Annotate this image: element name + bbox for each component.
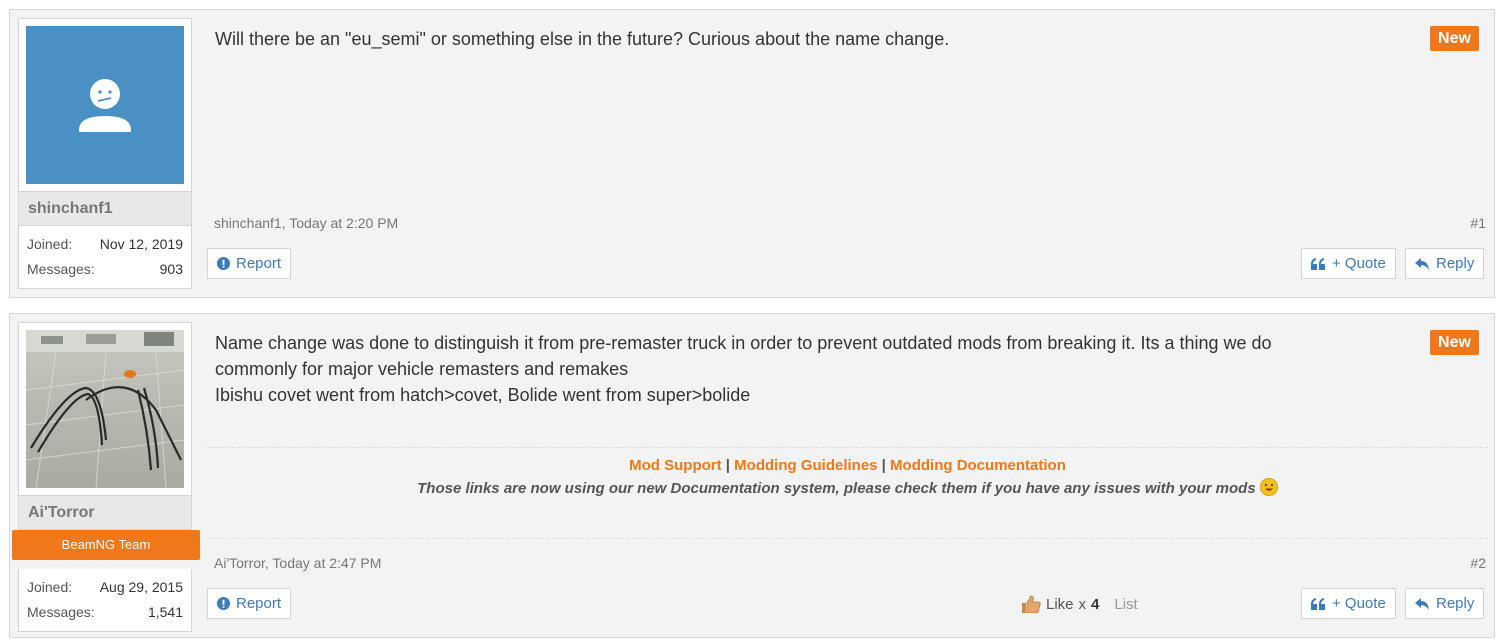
avatar[interactable] — [18, 18, 192, 192]
modding-guidelines-link[interactable]: Modding Guidelines — [734, 457, 877, 474]
message-line-2: commonly for major vehicle remasters and… — [215, 359, 629, 379]
joined-label: Joined: — [27, 579, 73, 595]
message-line-3: Ibishu covet went from hatch>covet, Boli… — [215, 385, 751, 405]
signature-links: Mod Support | Modding Guidelines | Moddi… — [207, 457, 1488, 474]
message-line-1: Name change was done to distinguish it f… — [215, 333, 1272, 353]
report-button[interactable]: Report — [207, 588, 292, 619]
signature-divider — [207, 447, 1488, 448]
report-label: Report — [236, 595, 282, 612]
new-badge: New — [1430, 330, 1479, 355]
user-info: shinchanf1 Joined: Nov 12, 2019 Messages:… — [18, 18, 192, 289]
reply-icon — [1415, 257, 1429, 270]
post-number[interactable]: #2 — [1470, 555, 1486, 571]
like-x: x — [1078, 595, 1087, 613]
avatar-photo — [26, 330, 184, 488]
modding-documentation-link[interactable]: Modding Documentation — [890, 457, 1066, 474]
avatar[interactable] — [18, 322, 192, 496]
quote-button[interactable]: + Quote — [1301, 588, 1396, 619]
report-icon — [217, 597, 230, 610]
smile-emoji-icon — [1259, 478, 1278, 496]
like-label[interactable]: Like — [1046, 596, 1074, 613]
user-info: Ai'Torror — [18, 322, 192, 530]
quote-button[interactable]: + Quote — [1301, 248, 1396, 279]
reply-button[interactable]: Reply — [1405, 588, 1485, 619]
joined-date: Aug 29, 2015 — [99, 579, 183, 595]
report-label: Report — [236, 255, 282, 272]
username[interactable]: shinchanf1 — [18, 192, 192, 226]
post-number[interactable]: #1 — [1470, 215, 1486, 231]
signature-note: Those links are now using our new Docume… — [207, 478, 1488, 497]
signature-note-text: Those links are now using our new Docume… — [417, 480, 1256, 497]
separator: | — [881, 457, 886, 474]
messages-label: Messages: — [27, 604, 95, 620]
report-icon — [217, 257, 230, 270]
quote-icon — [1311, 257, 1325, 270]
post-meta[interactable]: Ai'Torror, Today at 2:47 PM — [214, 555, 381, 571]
thumbs-up-icon — [1022, 595, 1041, 613]
user-stats: Joined: Nov 12, 2019 Messages: 903 — [18, 226, 192, 289]
quote-label: + Quote — [1332, 595, 1386, 612]
reply-label: Reply — [1436, 595, 1475, 612]
quote-icon — [1311, 597, 1325, 610]
new-badge: New — [1430, 26, 1479, 51]
separator: | — [725, 457, 730, 474]
user-title-badge: BeamNG Team — [12, 530, 200, 560]
post-2: Ai'Torror BeamNG Team Joined: Aug 29, 201… — [9, 313, 1495, 638]
post-meta[interactable]: shinchanf1, Today at 2:20 PM — [214, 215, 398, 231]
joined-date: Nov 12, 2019 — [99, 236, 183, 252]
like-summary: Like x 4 List — [1021, 595, 1138, 613]
signature-divider-bottom — [207, 538, 1488, 539]
reply-label: Reply — [1436, 255, 1475, 272]
messages-count[interactable]: 1,541 — [148, 600, 183, 625]
joined-label: Joined: — [27, 236, 73, 252]
message-text: Will there be an "eu_semi" or something … — [215, 29, 950, 49]
post-1: shinchanf1 Joined: Nov 12, 2019 Messages:… — [9, 9, 1495, 298]
like-count: 4 — [1091, 595, 1100, 613]
mod-support-link[interactable]: Mod Support — [629, 457, 721, 474]
quote-label: + Quote — [1332, 255, 1386, 272]
messages-label: Messages: — [27, 261, 95, 277]
username[interactable]: Ai'Torror — [18, 496, 192, 530]
report-button[interactable]: Report — [207, 248, 292, 279]
reply-button[interactable]: Reply — [1405, 248, 1485, 279]
like-list-link[interactable]: List — [1114, 596, 1137, 613]
user-stats: Joined: Aug 29, 2015 Messages: 1,541 — [18, 569, 192, 632]
reply-icon — [1415, 597, 1429, 610]
messages-count[interactable]: 903 — [160, 257, 183, 282]
default-avatar-icon — [26, 26, 184, 184]
